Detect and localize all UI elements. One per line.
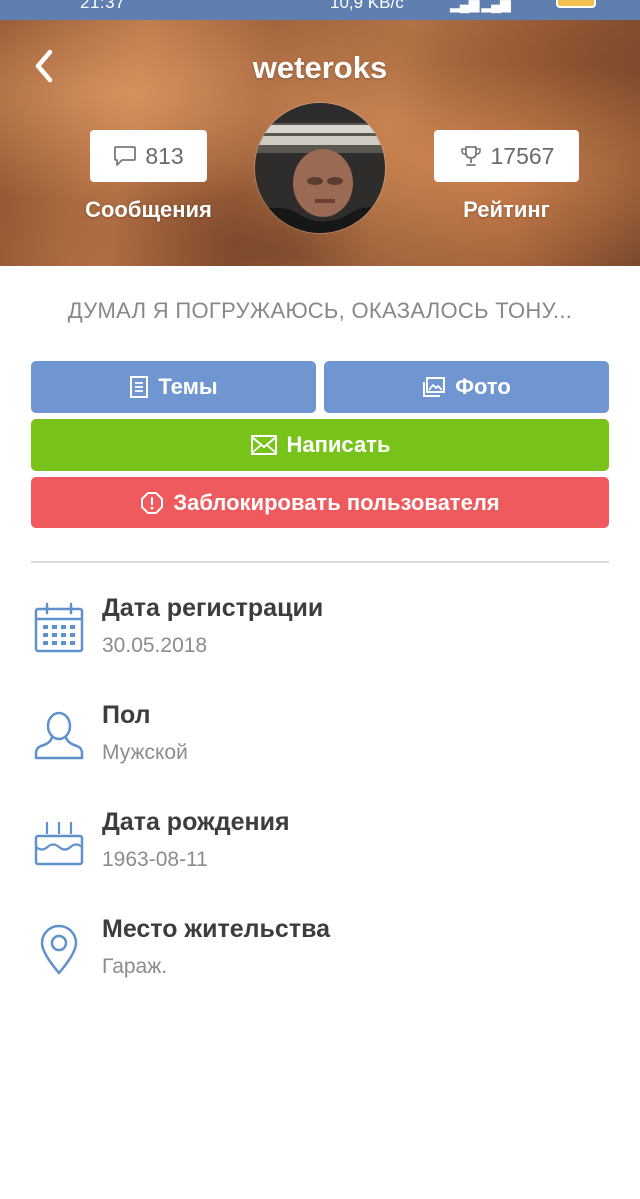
avatar-image xyxy=(255,103,385,233)
messages-count: 813 xyxy=(145,142,184,169)
block-user-label: Заблокировать пользователя xyxy=(173,489,500,515)
signal-icon: ▂▄▆ ▂▄▆ xyxy=(450,0,511,12)
write-message-button[interactable]: Написать xyxy=(31,419,609,471)
profile-header: weteroks 813 Сообщения 17567 Рейтинг xyxy=(0,20,640,266)
registration-date-value: 30.05.2018 xyxy=(102,634,208,657)
gender-value: Мужской xyxy=(102,741,188,764)
status-time: 21:37 xyxy=(80,0,126,12)
profile-username: weteroks xyxy=(252,50,388,85)
birthday-title: Дата рождения xyxy=(102,808,290,836)
rating-value: 17567 xyxy=(490,142,555,169)
avatar[interactable] xyxy=(255,103,385,233)
topics-button[interactable]: Темы xyxy=(31,361,316,413)
alert-octagon-icon xyxy=(140,491,164,515)
status-bar: 21:37 10,9 KB/c ▂▄▆ ▂▄▆ xyxy=(0,0,640,20)
messages-label: Сообщения xyxy=(85,197,212,222)
map-pin-icon xyxy=(33,923,85,975)
location-title: Место жительства xyxy=(102,915,331,943)
cake-icon xyxy=(33,816,85,868)
photo-button[interactable]: Фото xyxy=(324,361,609,413)
location-row: Место жительства Гараж. xyxy=(0,915,640,1005)
registration-date-row: Дата регистрации 30.05.2018 xyxy=(0,594,640,684)
document-icon xyxy=(129,375,149,399)
battery-icon xyxy=(556,0,596,8)
registration-date-title: Дата регистрации xyxy=(102,594,324,622)
gender-title: Пол xyxy=(102,701,151,729)
topics-button-label: Темы xyxy=(158,374,218,399)
birthday-value: 1963-08-11 xyxy=(102,848,208,871)
messages-count-button[interactable]: 813 xyxy=(90,130,207,182)
envelope-icon xyxy=(250,434,278,456)
birthday-row: Дата рождения 1963-08-11 xyxy=(0,808,640,898)
write-message-label: Написать xyxy=(286,432,391,457)
rating-button[interactable]: 17567 xyxy=(434,130,579,182)
section-divider xyxy=(31,561,609,563)
chat-bubble-icon xyxy=(113,145,137,167)
status-network-speed: 10,9 KB/c xyxy=(330,0,404,12)
block-user-button[interactable]: Заблокировать пользователя xyxy=(31,477,609,528)
user-status-text: ДУМАЛ Я ПОГРУЖАЮСЬ, ОКАЗАЛОСЬ ТОНУ... xyxy=(67,298,573,323)
location-value: Гараж. xyxy=(102,955,168,978)
gender-row: Пол Мужской xyxy=(0,701,640,791)
photo-button-label: Фото xyxy=(455,374,511,399)
trophy-icon xyxy=(459,144,483,168)
rating-label: Рейтинг xyxy=(463,197,550,222)
user-icon xyxy=(33,709,85,761)
image-icon xyxy=(422,376,446,398)
calendar-icon xyxy=(33,602,85,654)
